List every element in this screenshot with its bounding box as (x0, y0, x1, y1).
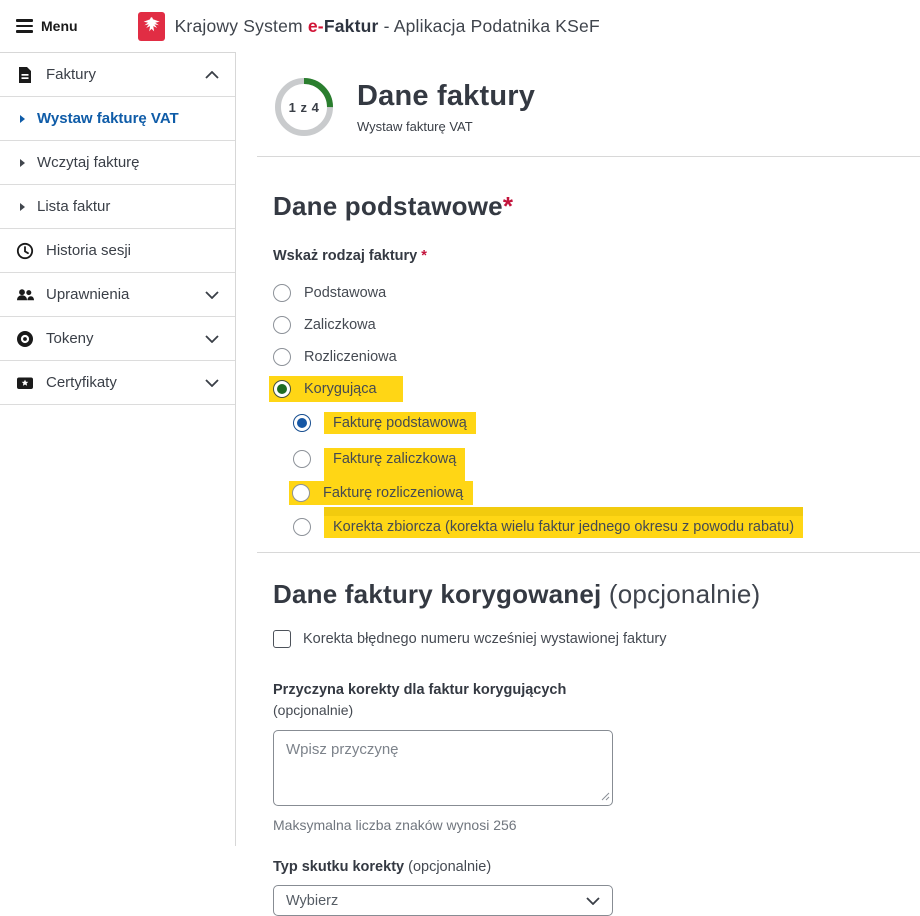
effect-label: Typ skutku korekty (273, 859, 404, 875)
required-asterisk: * (421, 248, 427, 264)
sidebar-item-label: Lista faktur (37, 198, 219, 215)
hamburger-icon (16, 19, 33, 32)
sidebar-item-label: Faktury (46, 66, 193, 83)
sidebar-item-label: Uprawnienia (46, 286, 193, 303)
app-title: Krajowy System e-Faktur - Aplikacja Poda… (175, 16, 600, 37)
sidebar-item-label: Tokeny (46, 330, 193, 347)
sidebar-item-historia-sesji[interactable]: Historia sesji (0, 229, 235, 273)
radio-label: Korekta zbiorcza (korekta wielu faktur j… (324, 516, 803, 538)
people-icon (16, 286, 34, 304)
radio-icon[interactable] (273, 284, 291, 302)
radio-label: Korygująca (304, 381, 377, 397)
sidebar-item-faktury[interactable]: Faktury (0, 53, 235, 97)
sidebar-item-uprawnienia[interactable]: Uprawnienia (0, 273, 235, 317)
radio-icon[interactable] (292, 484, 310, 502)
section-title-dane-faktury-korygowanej: Dane faktury korygowanej (opcjonalnie) (273, 579, 920, 610)
effect-label-row: Typ skutku korekty (opcjonalnie) (273, 859, 920, 875)
chevron-down-icon (205, 379, 219, 387)
highlight-marker: Fakturę rozliczeniową (289, 481, 473, 505)
section-divider (257, 156, 920, 157)
radio-option-fakture-podstawowa[interactable]: Fakturę podstawową (293, 412, 920, 434)
radio-label: Fakturę podstawową (324, 412, 476, 434)
page-subtitle: Wystaw fakturę VAT (357, 119, 535, 134)
radio-group-label: Wskaż rodzaj faktury * (273, 248, 920, 264)
correction-reason-textarea[interactable] (273, 730, 613, 806)
triangle-bullet-icon (20, 115, 25, 123)
eagle-icon (141, 15, 162, 38)
menu-button[interactable]: Menu (16, 18, 78, 34)
invoice-icon (16, 66, 34, 84)
radio-icon[interactable] (273, 348, 291, 366)
radio-icon[interactable] (273, 316, 291, 334)
highlight-marker: Korygująca (269, 376, 403, 402)
reason-optional-label: (opcjonalnie) (273, 702, 920, 718)
certificate-icon (16, 374, 34, 392)
polish-eagle-logo (138, 12, 165, 41)
radio-label: Zaliczkowa (304, 317, 376, 333)
menu-label: Menu (41, 18, 78, 34)
section-title-text: Dane podstawowe (273, 191, 503, 221)
token-icon (16, 330, 34, 348)
reason-label: Przyczyna korekty dla faktur korygującyc… (273, 682, 920, 698)
wrong-number-checkbox-row[interactable]: Korekta błędnego numeru wcześniej wystaw… (273, 630, 920, 648)
sidebar-item-label: Wystaw fakturę VAT (37, 110, 219, 127)
clock-icon (16, 242, 34, 260)
chevron-down-icon (586, 897, 600, 905)
section-title-text: Dane faktury korygowanej (273, 579, 601, 609)
chevron-down-icon (205, 335, 219, 343)
effect-optional-label: (opcjonalnie) (404, 859, 491, 875)
sidebar-item-label: Certyfikaty (46, 374, 193, 391)
radio-icon-selected[interactable] (293, 414, 311, 432)
radio-label: Podstawowa (304, 285, 386, 301)
radio-option-korygujaca[interactable]: Korygująca (273, 380, 920, 398)
step-progress-ring: 1 z 4 (273, 76, 335, 138)
app-title-part2: - Aplikacja Podatnika KSeF (379, 16, 600, 36)
sidebar-item-tokeny[interactable]: Tokeny (0, 317, 235, 361)
effect-type-select[interactable]: Wybierz (273, 885, 613, 916)
step-counter: 1 z 4 (273, 76, 335, 138)
radio-label: Fakturę rozliczeniową (323, 485, 463, 501)
radio-label: Fakturę zaliczkową (324, 448, 465, 470)
page-title: Dane faktury (357, 80, 535, 113)
chevron-up-icon (205, 71, 219, 79)
radio-option-rozliczeniowa[interactable]: Rozliczeniowa (273, 348, 920, 366)
reason-helper-text: Maksymalna liczba znaków wynosi 256 (273, 817, 920, 833)
radio-icon-selected[interactable] (273, 380, 291, 398)
app-title-part1: Krajowy System (175, 16, 308, 36)
section-divider (257, 552, 920, 553)
checkbox-label: Korekta błędnego numeru wcześniej wystaw… (303, 631, 667, 647)
sidebar-item-label: Historia sesji (46, 242, 219, 259)
section-title-dane-podstawowe: Dane podstawowe* (273, 191, 920, 222)
radio-option-fakture-rozliczeniowa[interactable]: Fakturę rozliczeniową (293, 484, 920, 502)
section-title-optional: (opcjonalnie) (601, 579, 760, 609)
sidebar-item-wystaw-fakture-vat[interactable]: Wystaw fakturę VAT (0, 97, 235, 141)
sidebar-item-lista-faktur[interactable]: Lista faktur (0, 185, 235, 229)
sidebar-item-certyfikaty[interactable]: Certyfikaty (0, 361, 235, 405)
chevron-down-icon (205, 291, 219, 299)
radio-icon[interactable] (293, 450, 311, 468)
checkbox-icon[interactable] (273, 630, 291, 648)
radio-icon[interactable] (293, 518, 311, 536)
sidebar-item-label: Wczytaj fakturę (37, 154, 219, 171)
triangle-bullet-icon (20, 203, 25, 211)
radio-label: Rozliczeniowa (304, 349, 397, 365)
required-asterisk: * (503, 191, 513, 221)
radio-option-podstawowa[interactable]: Podstawowa (273, 284, 920, 302)
main-content: 1 z 4 Dane faktury Wystaw fakturę VAT Da… (237, 52, 920, 846)
radio-group-label-text: Wskaż rodzaj faktury (273, 248, 417, 264)
radio-option-korekta-zbiorcza[interactable]: Korekta zbiorcza (korekta wielu faktur j… (293, 516, 920, 538)
triangle-bullet-icon (20, 159, 25, 167)
app-title-accent-dark: Faktur (324, 16, 379, 36)
app-header: Menu Krajowy System e-Faktur - Aplikacja… (0, 0, 920, 52)
select-value: Wybierz (286, 893, 586, 909)
step-header: 1 z 4 Dane faktury Wystaw fakturę VAT (273, 76, 920, 138)
radio-option-fakture-zaliczkowa[interactable]: Fakturę zaliczkową (293, 448, 920, 470)
radio-option-zaliczkowa[interactable]: Zaliczkowa (273, 316, 920, 334)
sidebar-item-wczytaj-fakture[interactable]: Wczytaj fakturę (0, 141, 235, 185)
app-title-accent-red: e- (308, 16, 324, 36)
sidebar-nav: Faktury Wystaw fakturę VAT Wczytaj faktu… (0, 52, 236, 846)
